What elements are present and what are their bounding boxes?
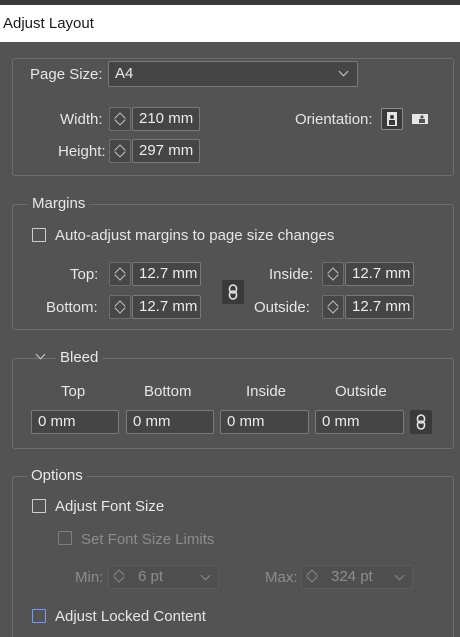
portrait-orientation-button[interactable]	[381, 108, 403, 130]
height-stepper[interactable]	[109, 139, 131, 163]
width-field[interactable]: 210 mm	[132, 107, 200, 131]
bleed-outside-header: Outside	[335, 383, 387, 400]
link-bleed-button[interactable]	[410, 410, 432, 434]
set-font-size-limits-label: Set Font Size Limits	[81, 531, 215, 548]
margin-top-stepper[interactable]	[109, 262, 131, 286]
bleed-bottom-header: Bottom	[144, 383, 192, 400]
bleed-title: Bleed	[56, 349, 103, 367]
max-font-size-stepper[interactable]	[302, 565, 324, 589]
page-size-value: A4	[115, 65, 134, 82]
min-label: Min:	[75, 569, 104, 586]
bleed-outside-field[interactable]: 0 mm	[315, 410, 404, 434]
auto-adjust-margins-label: Auto-adjust margins to page size changes	[55, 227, 335, 244]
margin-top-field[interactable]: 12.7 mm	[132, 262, 201, 286]
width-stepper[interactable]	[109, 107, 131, 131]
chain-link-icon	[416, 414, 426, 430]
chevron-down-icon	[394, 570, 405, 581]
chevron-down-icon	[200, 570, 211, 581]
bleed-top-header: Top	[61, 383, 86, 400]
margin-top-label: Top:	[70, 266, 99, 283]
margin-inside-field[interactable]: 12.7 mm	[345, 262, 414, 286]
landscape-orientation-button[interactable]	[409, 108, 431, 130]
height-field[interactable]: 297 mm	[132, 139, 200, 163]
margin-inside-label: Inside:	[269, 266, 314, 283]
landscape-icon	[412, 114, 428, 124]
portrait-icon	[387, 112, 397, 126]
width-label: Width:	[60, 111, 103, 128]
adjust-locked-content-label: Adjust Locked Content	[55, 608, 206, 625]
max-label: Max:	[265, 569, 298, 586]
margins-title: Margins	[28, 195, 90, 213]
options-title: Options	[27, 467, 87, 485]
min-font-size-value: 6 pt	[138, 568, 164, 585]
bleed-group	[12, 358, 454, 449]
bleed-inside-header: Inside	[246, 383, 287, 400]
max-font-size-value: 324 pt	[331, 568, 373, 585]
auto-adjust-margins-checkbox[interactable]	[32, 228, 46, 242]
adjust-font-size-checkbox[interactable]	[32, 499, 46, 513]
bleed-inside-field[interactable]: 0 mm	[220, 410, 309, 434]
link-margins-button[interactable]	[222, 280, 244, 304]
height-label: Height:	[58, 143, 106, 160]
adjust-font-size-label: Adjust Font Size	[55, 498, 165, 515]
margin-outside-label: Outside:	[254, 299, 310, 316]
page-size-label: Page Size:	[30, 66, 103, 83]
bleed-top-field[interactable]: 0 mm	[31, 410, 119, 434]
margin-bottom-stepper[interactable]	[109, 295, 131, 319]
min-font-size-stepper[interactable]	[109, 565, 131, 589]
margin-bottom-field[interactable]: 12.7 mm	[132, 295, 201, 319]
bleed-bottom-field[interactable]: 0 mm	[126, 410, 214, 434]
set-font-size-limits-checkbox[interactable]	[58, 531, 72, 545]
margin-outside-field[interactable]: 12.7 mm	[345, 295, 414, 319]
margin-outside-stepper[interactable]	[322, 295, 344, 319]
margin-inside-stepper[interactable]	[322, 262, 344, 286]
chevron-down-icon	[338, 66, 349, 77]
adjust-locked-content-checkbox[interactable]	[32, 609, 46, 623]
orientation-label: Orientation:	[295, 111, 373, 128]
window-title: Adjust Layout	[0, 5, 460, 42]
margin-bottom-label: Bottom:	[46, 299, 98, 316]
page-size-select[interactable]: A4	[108, 61, 358, 87]
chain-link-icon	[228, 284, 238, 300]
